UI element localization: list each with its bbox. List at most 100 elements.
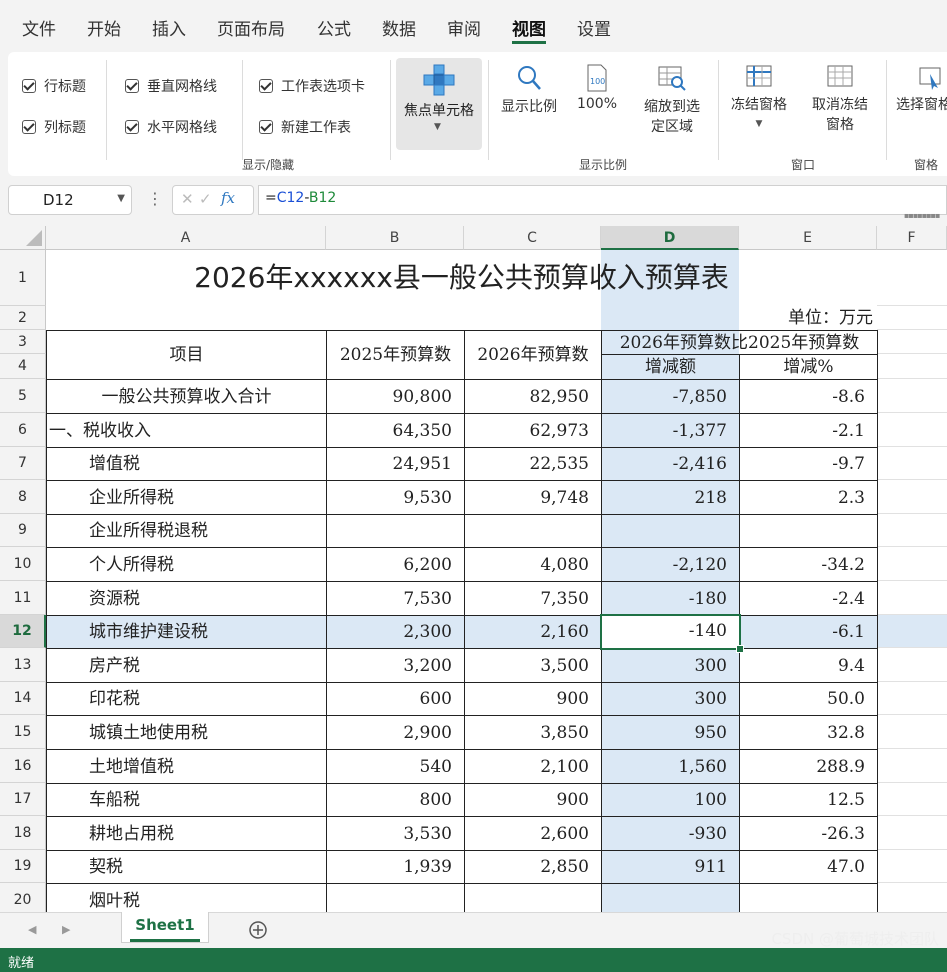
table-cell-value[interactable]: 7,530 [326,581,465,616]
unfreeze-panes-button[interactable]: 取消冻结 窗格 [804,64,876,134]
new-sheet-checkbox[interactable]: 新建工作表 [259,117,351,137]
table-cell-value[interactable]: 4,080 [464,547,602,582]
fill-handle[interactable] [736,645,744,653]
table-cell-value[interactable]: 9,748 [464,480,602,515]
table-cell-value[interactable]: -180 [601,581,740,616]
header-item[interactable]: 项目 [46,330,327,380]
table-cell-item[interactable]: 耕地占用税 [46,816,327,851]
row-header-1[interactable]: 1 [0,250,46,306]
table-cell-value[interactable]: 800 [326,783,465,817]
menu-settings[interactable]: 设置 [577,15,611,40]
table-cell-item[interactable]: 契税 [46,850,327,884]
row-header-6[interactable]: 6 [0,413,46,447]
table-cell-value[interactable]: -9.7 [739,447,878,481]
table-cell-item[interactable]: 企业所得税 [46,480,327,515]
row-header-15[interactable]: 15 [0,715,46,749]
confirm-icon[interactable]: ✓ [199,190,212,208]
table-cell-value[interactable]: 3,500 [464,648,602,683]
spreadsheet-grid[interactable]: ABCDEF 1 2 3 4 5 6 7 8 9 10 11 12 13 14 15 16 17 18 19 20 20… [0,226,947,912]
row-header-7[interactable]: 7 [0,447,46,480]
table-cell-value[interactable]: 2,300 [326,615,465,649]
table-cell-value[interactable]: 7,350 [464,581,602,616]
table-cell-value[interactable]: 12.5 [739,783,878,817]
row-header-18[interactable]: 18 [0,816,46,850]
table-cell-value[interactable]: 3,530 [326,816,465,851]
table-cell-value[interactable]: -7,850 [601,379,740,414]
vertical-gridlines-checkbox[interactable]: 垂直网格线 [125,76,217,96]
formula-input[interactable]: =C12-B12 [258,185,947,215]
header-2025-budget[interactable]: 2025年预算数 [326,330,465,380]
row-header-4[interactable]: 4 [0,354,46,379]
table-cell-value[interactable]: 82,950 [464,379,602,414]
zoom-to-selection-button[interactable]: 缩放到选 定区域 [634,64,710,136]
table-cell-value[interactable]: -2.1 [739,413,878,448]
table-cell-value[interactable]: 9.4 [739,648,878,683]
table-cell-item[interactable]: 印花税 [46,682,327,716]
table-cell-value[interactable]: -2,120 [601,547,740,582]
table-cell-item[interactable]: 一般公共预算收入合计 [46,379,327,414]
table-cell-value[interactable]: 1,560 [601,749,740,784]
table-cell-value[interactable]: 288.9 [739,749,878,784]
table-cell-value[interactable]: 47.0 [739,850,878,884]
sheet-tabs-checkbox[interactable]: 工作表选项卡 [259,76,365,96]
table-cell-value[interactable]: 64,350 [326,413,465,448]
column-header-c[interactable]: C [464,226,601,250]
table-cell-value[interactable]: 6,200 [326,547,465,582]
header-2026-budget[interactable]: 2026年预算数 [464,330,602,380]
table-cell-item[interactable]: 房产税 [46,648,327,683]
menu-data[interactable]: 数据 [382,15,416,40]
menu-review[interactable]: 审阅 [447,15,481,40]
table-cell-value[interactable]: 3,200 [326,648,465,683]
table-cell-value[interactable]: -6.1 [739,615,878,649]
zoom-100-button[interactable]: 100 100% [570,64,624,112]
table-cell-value[interactable]: 911 [601,850,740,884]
sheet-title[interactable]: 2026年xxxxxx县一般公共预算收入预算表 [46,250,877,306]
column-header-d[interactable]: D [601,226,739,250]
table-cell-item[interactable]: 增值税 [46,447,327,481]
menu-home[interactable]: 开始 [87,15,121,40]
table-cell-item[interactable]: 土地增值税 [46,749,327,784]
table-cell-value[interactable]: 100 [601,783,740,817]
table-cell-value[interactable]: 300 [601,648,740,683]
table-cell-value[interactable]: -26.3 [739,816,878,851]
column-header-e[interactable]: E [739,226,877,250]
header-pct[interactable]: 增减% [739,354,878,380]
row-header-10[interactable]: 10 [0,547,46,581]
row-header-13[interactable]: 13 [0,648,46,682]
row-header-2[interactable]: 2 [0,306,46,330]
table-cell-value[interactable]: -2.4 [739,581,878,616]
table-cell-value[interactable]: 2,160 [464,615,602,649]
menu-view[interactable]: 视图 [512,15,546,40]
table-cell-value[interactable]: 2,100 [464,749,602,784]
table-cell-value[interactable]: 218 [601,480,740,515]
table-cell-value[interactable] [464,883,602,912]
table-cell-value[interactable]: 50.0 [739,682,878,716]
table-cell-value[interactable]: 22,535 [464,447,602,481]
row-header-8[interactable]: 8 [0,480,46,514]
table-cell-value[interactable]: 600 [326,682,465,716]
table-cell-value[interactable]: 24,951 [326,447,465,481]
table-cell-value[interactable] [326,883,465,912]
more-options-icon[interactable]: ⋮ [147,189,163,208]
table-cell-value[interactable]: 2,600 [464,816,602,851]
table-cell-value[interactable]: -2,416 [601,447,740,481]
add-sheet-icon[interactable] [248,920,268,940]
table-cell-value[interactable]: 9,530 [326,480,465,515]
header-diff[interactable]: 增减额 [601,354,740,380]
resize-grip-icon[interactable]: ▪▪▪▪▪▪▪▪ [904,211,940,220]
table-cell-value[interactable]: 300 [601,682,740,716]
table-cell-value[interactable]: -8.6 [739,379,878,414]
unit-label[interactable]: 单位：万元 [739,306,877,330]
table-cell-value[interactable] [739,514,878,548]
row-header-5[interactable]: 5 [0,379,46,413]
name-box[interactable]: D12 ▼ [8,185,132,215]
menu-page-layout[interactable]: 页面布局 [217,15,285,40]
menu-formulas[interactable]: 公式 [317,15,351,40]
col-heading-checkbox[interactable]: 列标题 [22,117,86,137]
column-header-a[interactable]: A [46,226,326,250]
scroll-right-icon[interactable]: ▶ [62,923,70,936]
table-cell-item[interactable]: 个人所得税 [46,547,327,582]
table-cell-value[interactable]: 900 [464,783,602,817]
zoom-button[interactable]: 显示比例 [496,64,562,116]
cancel-icon[interactable]: ✕ [181,190,194,208]
